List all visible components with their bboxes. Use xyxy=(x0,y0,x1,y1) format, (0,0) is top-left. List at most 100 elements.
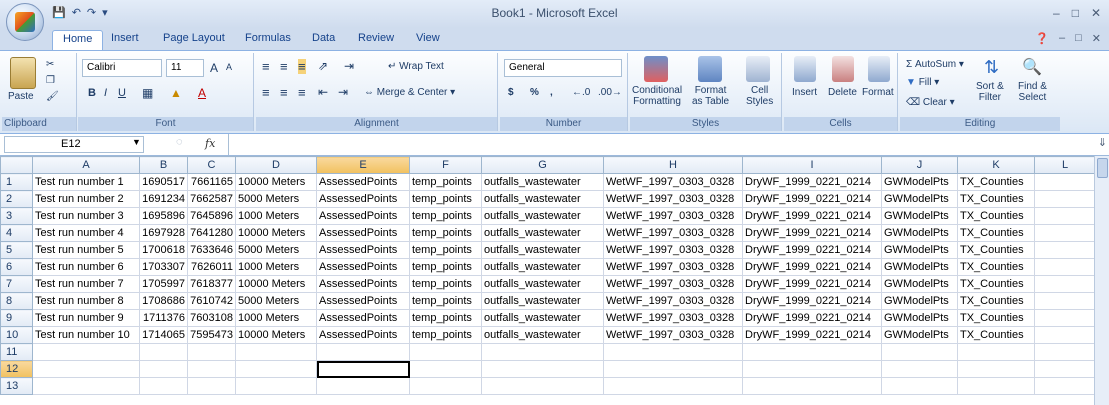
column-header-h[interactable]: H xyxy=(603,156,743,174)
cell-f8[interactable]: temp_points xyxy=(409,292,482,310)
cell-i2[interactable]: DryWF_1999_0221_0214 xyxy=(742,190,882,208)
cell-k12[interactable] xyxy=(957,360,1035,378)
column-header-j[interactable]: J xyxy=(881,156,958,174)
cell-k8[interactable]: TX_Counties xyxy=(957,292,1035,310)
cell-h6[interactable]: WetWF_1997_0303_0328 xyxy=(603,258,743,276)
cell-l7[interactable] xyxy=(1034,275,1096,293)
wrap-text-button[interactable]: ↵ Wrap Text xyxy=(388,61,444,72)
cut-icon[interactable]: ✂ xyxy=(46,59,54,70)
cell-k2[interactable]: TX_Counties xyxy=(957,190,1035,208)
cell-i11[interactable] xyxy=(742,343,882,361)
scroll-thumb[interactable] xyxy=(1097,158,1108,178)
format-as-table-button[interactable]: Format as Table xyxy=(692,85,729,107)
tab-insert[interactable]: Insert xyxy=(111,32,139,44)
restore-workbook-icon[interactable]: □ xyxy=(1075,32,1082,45)
cell-i12[interactable] xyxy=(742,360,882,378)
format-painter-icon[interactable]: 🖌 xyxy=(46,91,59,102)
cell-d6[interactable]: 1000 Meters xyxy=(235,258,317,276)
cell-b6[interactable]: 1703307 xyxy=(139,258,188,276)
cell-g12[interactable] xyxy=(481,360,604,378)
cell-e10[interactable]: AssessedPoints xyxy=(316,326,410,344)
cell-e12[interactable] xyxy=(316,360,410,378)
cell-k5[interactable]: TX_Counties xyxy=(957,241,1035,259)
cell-i3[interactable]: DryWF_1999_0221_0214 xyxy=(742,207,882,225)
cell-j12[interactable] xyxy=(881,360,958,378)
cell-c9[interactable]: 7603108 xyxy=(187,309,236,327)
cell-b12[interactable] xyxy=(139,360,188,378)
cell-l3[interactable] xyxy=(1034,207,1096,225)
cell-j2[interactable]: GWModelPts xyxy=(881,190,958,208)
cell-k7[interactable]: TX_Counties xyxy=(957,275,1035,293)
cell-c2[interactable]: 7662587 xyxy=(187,190,236,208)
cell-g3[interactable]: outfalls_wastewater xyxy=(481,207,604,225)
cell-e4[interactable]: AssessedPoints xyxy=(316,224,410,242)
cell-g4[interactable]: outfalls_wastewater xyxy=(481,224,604,242)
cell-f11[interactable] xyxy=(409,343,482,361)
row-header[interactable]: 11 xyxy=(0,343,33,361)
cell-d7[interactable]: 10000 Meters xyxy=(235,275,317,293)
row-header[interactable]: 7 xyxy=(0,275,33,293)
cell-e5[interactable]: AssessedPoints xyxy=(316,241,410,259)
cell-i8[interactable]: DryWF_1999_0221_0214 xyxy=(742,292,882,310)
cell-h3[interactable]: WetWF_1997_0303_0328 xyxy=(603,207,743,225)
cell-f7[interactable]: temp_points xyxy=(409,275,482,293)
copy-icon[interactable]: ❐ xyxy=(46,75,55,86)
cell-h5[interactable]: WetWF_1997_0303_0328 xyxy=(603,241,743,259)
cell-i9[interactable]: DryWF_1999_0221_0214 xyxy=(742,309,882,327)
tab-data[interactable]: Data xyxy=(312,32,335,44)
formula-cancel-icon[interactable]: ◌ xyxy=(176,136,183,148)
cell-e7[interactable]: AssessedPoints xyxy=(316,275,410,293)
cell-a6[interactable]: Test run number 6 xyxy=(32,258,140,276)
cell-k3[interactable]: TX_Counties xyxy=(957,207,1035,225)
increase-decimal-icon[interactable]: ←.0 xyxy=(572,87,590,98)
grow-font-button[interactable]: A xyxy=(210,61,218,75)
font-name-select[interactable]: Calibri xyxy=(82,59,162,77)
insert-function-button[interactable]: fx xyxy=(205,137,215,150)
cell-g13[interactable] xyxy=(481,377,604,395)
cell-a1[interactable]: Test run number 1 xyxy=(32,173,140,191)
cell-l6[interactable] xyxy=(1034,258,1096,276)
text-direction-icon[interactable]: ⇥ xyxy=(344,59,354,73)
cell-i10[interactable]: DryWF_1999_0221_0214 xyxy=(742,326,882,344)
cell-e6[interactable]: AssessedPoints xyxy=(316,258,410,276)
cell-g6[interactable]: outfalls_wastewater xyxy=(481,258,604,276)
align-center-icon[interactable]: ≡ xyxy=(280,85,288,100)
cell-c3[interactable]: 7645896 xyxy=(187,207,236,225)
cell-f13[interactable] xyxy=(409,377,482,395)
cell-a3[interactable]: Test run number 3 xyxy=(32,207,140,225)
cell-b13[interactable] xyxy=(139,377,188,395)
conditional-formatting-button[interactable]: Conditional Formatting xyxy=(632,85,682,107)
cell-l4[interactable] xyxy=(1034,224,1096,242)
cell-h9[interactable]: WetWF_1997_0303_0328 xyxy=(603,309,743,327)
cell-g7[interactable]: outfalls_wastewater xyxy=(481,275,604,293)
row-header[interactable]: 6 xyxy=(0,258,33,276)
cell-j9[interactable]: GWModelPts xyxy=(881,309,958,327)
cell-k10[interactable]: TX_Counties xyxy=(957,326,1035,344)
cell-b10[interactable]: 1714065 xyxy=(139,326,188,344)
cell-b3[interactable]: 1695896 xyxy=(139,207,188,225)
cell-j5[interactable]: GWModelPts xyxy=(881,241,958,259)
cell-d1[interactable]: 10000 Meters xyxy=(235,173,317,191)
cell-f9[interactable]: temp_points xyxy=(409,309,482,327)
fill-button[interactable]: ▼ Fill ▾ xyxy=(906,77,939,88)
column-header-a[interactable]: A xyxy=(32,156,140,174)
cell-c5[interactable]: 7633646 xyxy=(187,241,236,259)
column-header-f[interactable]: F xyxy=(409,156,482,174)
merge-center-button[interactable]: ⇔ Merge & Center ▾ xyxy=(364,87,455,98)
cell-a8[interactable]: Test run number 8 xyxy=(32,292,140,310)
expand-formula-icon[interactable]: ⇓ xyxy=(1098,136,1107,149)
cell-b2[interactable]: 1691234 xyxy=(139,190,188,208)
currency-button[interactable]: $ xyxy=(508,87,514,98)
cell-j13[interactable] xyxy=(881,377,958,395)
name-box-dropdown-icon[interactable]: ▼ xyxy=(132,137,141,147)
cell-c1[interactable]: 7661165 xyxy=(187,173,236,191)
cell-l13[interactable] xyxy=(1034,377,1096,395)
cell-i4[interactable]: DryWF_1999_0221_0214 xyxy=(742,224,882,242)
cell-d4[interactable]: 10000 Meters xyxy=(235,224,317,242)
cell-d12[interactable] xyxy=(235,360,317,378)
cell-h8[interactable]: WetWF_1997_0303_0328 xyxy=(603,292,743,310)
tab-page-layout[interactable]: Page Layout xyxy=(163,32,225,44)
cell-j1[interactable]: GWModelPts xyxy=(881,173,958,191)
column-header-k[interactable]: K xyxy=(957,156,1035,174)
cell-e3[interactable]: AssessedPoints xyxy=(316,207,410,225)
